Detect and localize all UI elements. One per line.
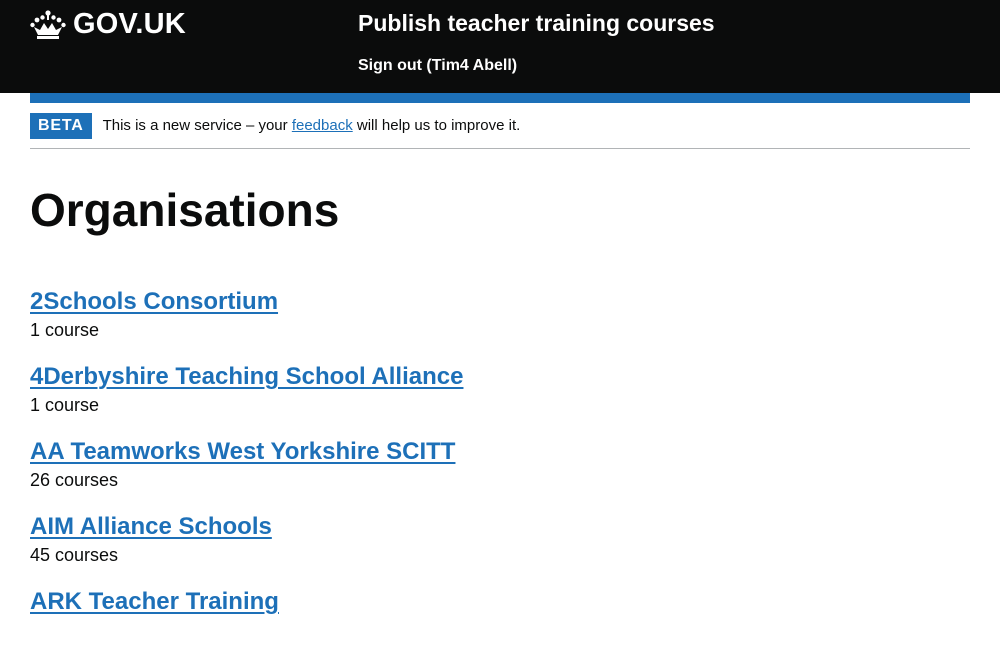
- organisation-list: 2Schools Consortium 1 course 4Derbyshire…: [30, 284, 463, 659]
- course-count: 1 course: [30, 395, 100, 415]
- organisation-link[interactable]: 4Derbyshire Teaching School Alliance: [30, 359, 463, 395]
- sign-out-link[interactable]: Sign out (Tim4 Abell): [358, 57, 517, 75]
- list-item: AIM Alliance Schools 45 courses: [30, 509, 463, 584]
- phase-banner-text: This is a new service – your feedback wi…: [103, 117, 521, 134]
- site-header: GOV.UK Publish teacher training courses …: [0, 0, 1000, 103]
- phase-text-after: will help us to improve it.: [352, 117, 521, 134]
- course-count: 26 courses: [30, 470, 119, 490]
- course-count: 1 course: [30, 320, 100, 340]
- course-count: 45 courses: [30, 545, 119, 565]
- phase-banner: BETA This is a new service – your feedba…: [30, 103, 970, 149]
- govuk-logo-link[interactable]: GOV.UK: [30, 8, 186, 41]
- list-item: 2Schools Consortium 1 course: [30, 284, 463, 359]
- list-item: 4Derbyshire Teaching School Alliance 1 c…: [30, 359, 463, 434]
- list-item: ARK Teacher Training: [30, 584, 463, 659]
- header-accent-bar: [30, 93, 970, 103]
- service-name-link[interactable]: Publish teacher training courses: [358, 10, 715, 37]
- feedback-link[interactable]: feedback: [292, 117, 353, 134]
- organisation-link[interactable]: ARK Teacher Training: [30, 584, 279, 620]
- organisation-link[interactable]: AA Teamworks West Yorkshire SCITT: [30, 434, 455, 470]
- phase-tag: BETA: [30, 112, 92, 139]
- phase-text-before: This is a new service – your: [102, 117, 292, 134]
- organisation-link[interactable]: 2Schools Consortium: [30, 284, 278, 320]
- logo-text: GOV.UK: [73, 8, 186, 40]
- page-title: Organisations: [30, 184, 340, 236]
- organisation-link[interactable]: AIM Alliance Schools: [30, 509, 272, 545]
- crown-icon: [30, 9, 66, 39]
- list-item: AA Teamworks West Yorkshire SCITT 26 cou…: [30, 434, 463, 509]
